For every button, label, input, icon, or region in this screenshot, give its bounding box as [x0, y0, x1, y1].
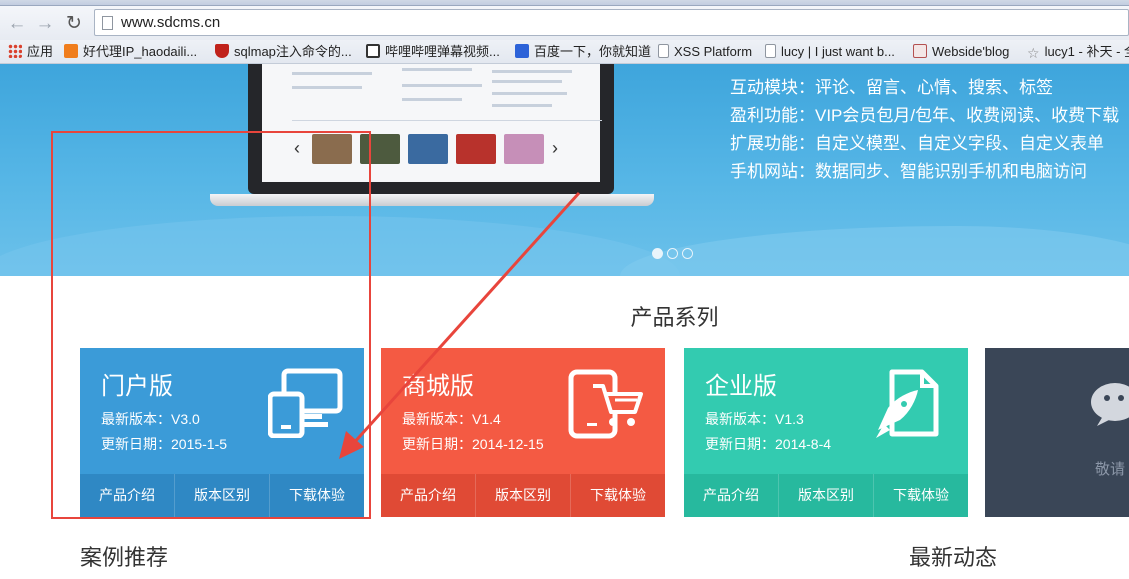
- annotation-arrow-icon: [339, 191, 581, 459]
